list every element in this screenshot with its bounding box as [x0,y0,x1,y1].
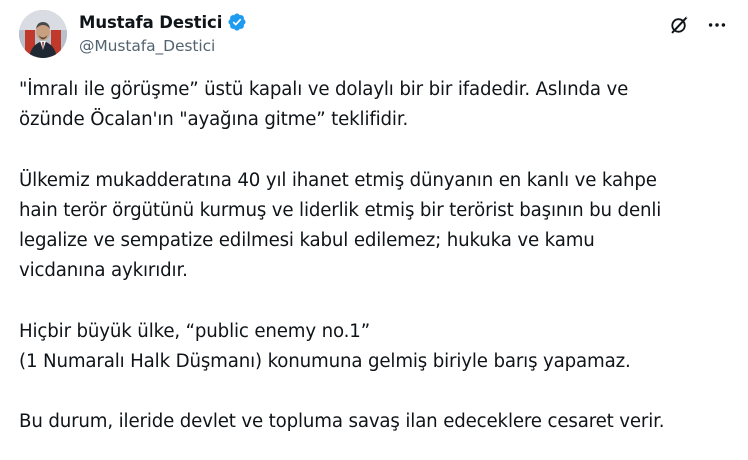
text-line: (1 Numaralı Halk Düşmanı) konumuna gelmi… [19,350,631,372]
tweet-paragraph: Hiçbir büyük ülke, “public enemy no.1” (… [19,317,739,377]
verified-badge-icon[interactable] [227,12,247,32]
tweet-card: Mustafa Destici @Mustafa_Destici "İmralı… [0,0,748,460]
avatar-image [19,10,67,58]
text-line: hain terör örgütünü kurmuş ve liderlik e… [19,199,662,221]
avatar[interactable] [19,10,67,58]
more-horizontal-icon[interactable] [706,14,728,36]
text-line: "İmralı ile görüşme” üstü kapalı ve dola… [19,79,629,100]
tweet-paragraph: Ülkemiz mukadderatına 40 yıl ihanet etmi… [19,166,739,287]
text-line: Hiçbir büyük ülke, “public enemy no.1” [19,320,370,342]
text-line: Ülkemiz mukadderatına 40 yıl ihanet etmi… [19,169,657,191]
text-line: legalize ve sempatize edilmesi kabul edi… [19,230,595,251]
text-line: Bu durum, ileride devlet ve topluma sava… [19,411,665,433]
tweet-paragraph: Bu durum, ileride devlet ve topluma sava… [19,407,739,437]
author-display-name[interactable]: Mustafa Destici [79,13,222,32]
author-handle[interactable]: @Mustafa_Destici [79,37,247,55]
author-names: Mustafa Destici @Mustafa_Destici [79,10,247,55]
tweet-header: Mustafa Destici @Mustafa_Destici [19,8,734,60]
name-row: Mustafa Destici [79,10,247,34]
grok-icon[interactable] [668,14,690,36]
tweet-actions [668,14,728,36]
text-line: özünde Öcalan'ın "ayağına gitme” teklifi… [19,109,409,131]
tweet-paragraph: "İmralı ile görüşme” üstü kapalı ve dola… [19,75,739,135]
tweet-text: "İmralı ile görüşme” üstü kapalı ve dola… [19,75,739,437]
text-line: vicdanına aykırıdır. [19,260,188,282]
